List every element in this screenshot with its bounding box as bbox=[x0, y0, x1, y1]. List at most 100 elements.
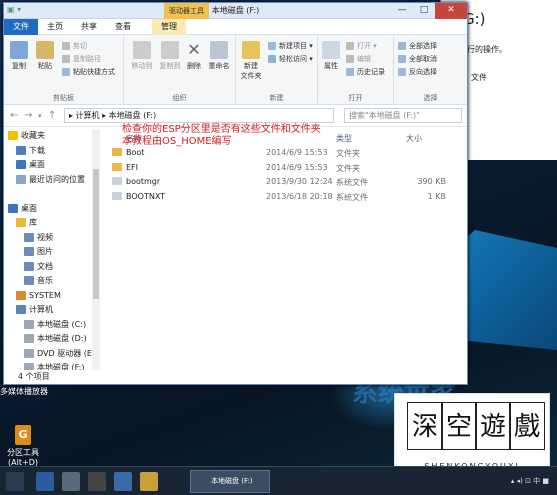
invert-selection-icon bbox=[398, 68, 406, 76]
system-tray[interactable]: ▴ ◂) ⊡ 中 ■ bbox=[511, 476, 549, 486]
cut-button[interactable]: 剪切 bbox=[62, 41, 87, 51]
nav-item-icon bbox=[24, 348, 34, 358]
maximize-button[interactable]: □ bbox=[413, 3, 435, 19]
nav-item[interactable]: 本地磁盘 (C:) bbox=[4, 318, 99, 333]
edit-label: 编辑 bbox=[357, 55, 371, 63]
nav-item[interactable]: 收藏夹 bbox=[4, 129, 99, 144]
history-dropdown-icon[interactable]: ▾ bbox=[38, 112, 42, 120]
desktop-icon-partition-tool[interactable]: G 分区工具 (Alt+D) bbox=[3, 425, 43, 467]
status-bar: 4 个项目 bbox=[4, 370, 467, 384]
nav-item-label: 文档 bbox=[37, 261, 53, 271]
new-item-icon bbox=[268, 42, 276, 50]
history-icon bbox=[346, 68, 354, 76]
new-folder-button[interactable]: 新建 文件夹 bbox=[238, 41, 264, 81]
copy-to-button[interactable]: 复制到 bbox=[156, 41, 184, 71]
file-date: 2013/6/18 20:18 bbox=[266, 191, 333, 201]
nav-scrollbar[interactable] bbox=[92, 129, 100, 371]
rename-button[interactable]: 重命名 bbox=[206, 41, 232, 71]
nav-item[interactable]: 桌面 bbox=[4, 158, 99, 173]
file-row[interactable]: BOOTNXT 2013/6/18 20:18 系统文件 1 KB bbox=[106, 189, 466, 204]
invert-selection-label: 反向选择 bbox=[409, 68, 437, 76]
watermark-char: 深 bbox=[407, 402, 443, 450]
copy-path-button[interactable]: 复制路径 bbox=[62, 54, 101, 64]
file-date: 2014/6/9 15:53 bbox=[266, 148, 328, 157]
nav-item-label: DVD 驱动器 (E bbox=[37, 348, 92, 358]
desktop-icon-media-player[interactable]: 多媒体播放器 bbox=[0, 386, 62, 397]
nav-item[interactable]: 计算机 bbox=[4, 303, 99, 318]
nav-item-icon bbox=[24, 232, 34, 242]
nav-item[interactable]: 音乐 bbox=[4, 274, 99, 289]
partition-tool-icon: G bbox=[15, 425, 31, 445]
tab-home[interactable]: 主页 bbox=[38, 19, 72, 35]
file-size: 390 KB bbox=[417, 177, 446, 186]
file-name: bootmgr bbox=[126, 177, 161, 186]
nav-item-label: 计算机 bbox=[29, 305, 53, 314]
search-input[interactable]: 搜索"本地磁盘 (F:)" bbox=[344, 108, 462, 123]
paste-button[interactable]: 粘贴 bbox=[34, 41, 56, 71]
new-folder-label: 新建 文件夹 bbox=[240, 62, 262, 80]
file-row[interactable]: bootmgr 2013/9/30 12:24 系统文件 390 KB bbox=[106, 174, 466, 189]
properties-button[interactable]: 属性 bbox=[320, 41, 342, 71]
nav-item[interactable]: SYSTEM bbox=[4, 289, 99, 304]
paste-shortcut-button[interactable]: 粘贴快捷方式 bbox=[62, 67, 115, 77]
file-type: 文件夹 bbox=[336, 149, 360, 158]
ie-icon[interactable] bbox=[36, 472, 54, 491]
paste-icon bbox=[36, 41, 54, 59]
forward-icon[interactable]: → bbox=[24, 110, 32, 121]
start-icon[interactable] bbox=[6, 472, 24, 491]
explorer-icon[interactable] bbox=[140, 472, 158, 491]
nav-item[interactable]: DVD 驱动器 (E bbox=[4, 347, 99, 362]
copy-path-icon bbox=[62, 55, 70, 63]
back-icon[interactable]: ← bbox=[10, 110, 18, 121]
easy-access-button[interactable]: 轻松访问 ▾ bbox=[268, 54, 313, 64]
tab-file[interactable]: 文件 bbox=[4, 18, 38, 35]
new-item-button[interactable]: 新建项目 ▾ bbox=[268, 41, 313, 51]
paste-shortcut-icon bbox=[62, 68, 70, 76]
paste-shortcut-label: 粘贴快捷方式 bbox=[73, 68, 115, 76]
cmd-icon[interactable] bbox=[62, 472, 80, 491]
tab-view[interactable]: 查看 bbox=[106, 19, 140, 35]
nav-item-icon bbox=[24, 276, 34, 285]
group-clipboard: 复制 粘贴 剪切 复制路径 粘贴快捷方式 剪贴板 bbox=[4, 35, 124, 105]
tab-manage[interactable]: 管理 bbox=[152, 18, 186, 35]
terminal-icon[interactable] bbox=[88, 472, 106, 491]
scrollbar-thumb[interactable] bbox=[93, 169, 99, 299]
up-icon[interactable]: ↑ bbox=[48, 110, 56, 121]
copy-button[interactable]: 复制 bbox=[8, 41, 30, 71]
nav-item[interactable]: 本地磁盘 (D:) bbox=[4, 332, 99, 347]
open-button[interactable]: 打开 ▾ bbox=[346, 41, 377, 51]
watermark-char: 遊 bbox=[475, 402, 511, 450]
app-icon[interactable] bbox=[114, 472, 132, 491]
file-row[interactable]: EFI 2014/6/9 15:53 文件夹 bbox=[106, 160, 466, 175]
column-type[interactable]: 类型 bbox=[336, 133, 352, 144]
nav-item[interactable]: 下载 bbox=[4, 144, 99, 159]
watermark-char: 戲 bbox=[509, 402, 545, 450]
edit-button[interactable]: 编辑 bbox=[346, 54, 371, 64]
new-item-label: 新建项目 ▾ bbox=[279, 42, 313, 50]
column-size[interactable]: 大小 bbox=[406, 133, 422, 144]
select-all-button[interactable]: 全部选择 bbox=[398, 41, 437, 51]
explorer-window[interactable]: ▣ ▾ 驱动器工具 本地磁盘 (F:) — □ ✕ 文件 主页 共享 查看 管理… bbox=[3, 2, 468, 385]
nav-item[interactable]: 图片 bbox=[4, 245, 99, 260]
nav-item[interactable]: 库 bbox=[4, 216, 99, 231]
file-date: 2013/9/30 12:24 bbox=[266, 177, 333, 186]
select-none-button[interactable]: 全部取消 bbox=[398, 54, 437, 64]
close-button[interactable]: ✕ bbox=[435, 3, 467, 19]
move-to-button[interactable]: 移动到 bbox=[128, 41, 156, 71]
history-button[interactable]: 历史记录 bbox=[346, 67, 385, 77]
nav-item[interactable]: 文档 bbox=[4, 260, 99, 275]
nav-item-label: 本地磁盘 (D:) bbox=[37, 334, 87, 343]
cut-label: 剪切 bbox=[73, 42, 87, 50]
file-size: 1 KB bbox=[427, 191, 446, 201]
invert-selection-button[interactable]: 反向选择 bbox=[398, 67, 437, 77]
taskbar-task-explorer[interactable]: 本地磁盘 (F:) bbox=[190, 470, 270, 493]
minimize-button[interactable]: — bbox=[391, 3, 413, 19]
nav-item[interactable]: 视频 bbox=[4, 231, 99, 246]
title-bar[interactable]: ▣ ▾ 驱动器工具 本地磁盘 (F:) — □ ✕ bbox=[4, 3, 467, 19]
address-field[interactable]: ▸ 计算机 ▸ 本地磁盘 (F:) bbox=[64, 108, 334, 123]
copy-to-icon bbox=[161, 41, 179, 59]
nav-item[interactable]: 桌面 bbox=[4, 202, 99, 217]
nav-item[interactable]: 最近访问的位置 bbox=[4, 173, 99, 188]
tab-share[interactable]: 共享 bbox=[72, 19, 106, 35]
delete-button[interactable]: ✕ 删除 bbox=[184, 41, 204, 71]
